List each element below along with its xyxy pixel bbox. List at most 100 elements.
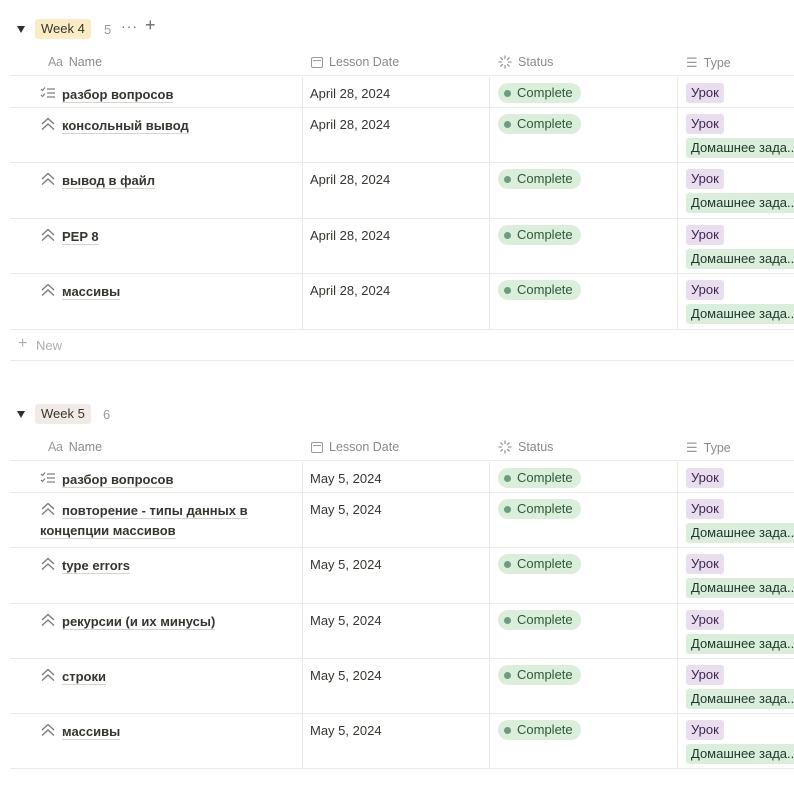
row-title[interactable]: разбор вопросов [62, 470, 174, 490]
status-badge[interactable]: Complete [498, 83, 581, 103]
group-count: 6 [103, 407, 111, 422]
row-title[interactable]: type errors [62, 556, 130, 576]
type-tag-lesson[interactable]: Урок [686, 169, 724, 189]
table-row[interactable]: PEP 8 April 28, 2024 Complete Урок Домаш… [10, 219, 794, 274]
lesson-date[interactable]: April 28, 2024 [310, 86, 390, 101]
group-week-4: Week 4 5 ··· + Aa Name Lesson Date Statu… [0, 15, 794, 363]
add-icon[interactable]: + [145, 15, 156, 36]
table-row[interactable]: массивы May 5, 2024 Complete Урок Домашн… [10, 714, 794, 769]
status-badge[interactable]: Complete [498, 280, 581, 300]
row-title[interactable]: повторение - типы данных в концепции мас… [40, 501, 270, 541]
lesson-date[interactable]: May 5, 2024 [310, 502, 382, 517]
table-row[interactable]: type errors May 5, 2024 Complete Урок До… [10, 548, 794, 604]
lesson-date[interactable]: May 5, 2024 [310, 557, 382, 572]
column-label: Type [703, 56, 731, 70]
column-date-header[interactable]: Lesson Date [311, 440, 399, 454]
type-tag-lesson[interactable]: Урок [686, 610, 724, 630]
table-row[interactable]: разбор вопросов May 5, 2024 Complete Уро… [10, 462, 794, 493]
column-header-row: Aa Name Lesson Date Status ☰ Type [10, 433, 794, 461]
type-tag-lesson[interactable]: Урок [686, 83, 724, 103]
collapse-toggle-icon[interactable] [16, 409, 26, 419]
row-title[interactable]: массивы [62, 722, 121, 742]
list-icon: ☰ [686, 440, 698, 455]
chevrons-up-icon [40, 117, 56, 131]
table-row[interactable]: разбор вопросов April 28, 2024 Complete … [10, 77, 794, 108]
type-tag-lesson[interactable]: Урок [686, 720, 724, 740]
type-tag-homework[interactable]: Домашнее зада... [686, 304, 794, 324]
table-row[interactable]: вывод в файл April 28, 2024 Complete Уро… [10, 163, 794, 219]
table-row[interactable]: консольный вывод April 28, 2024 Complete… [10, 108, 794, 163]
type-tag-lesson[interactable]: Урок [686, 280, 724, 300]
type-tag-homework[interactable]: Домашнее зада... [686, 138, 794, 158]
row-title[interactable]: PEP 8 [62, 227, 99, 247]
lesson-date[interactable]: May 5, 2024 [310, 668, 382, 683]
row-title[interactable]: вывод в файл [62, 171, 156, 191]
lesson-date[interactable]: May 5, 2024 [310, 613, 382, 628]
column-label: Lesson Date [329, 55, 400, 69]
type-tag-homework[interactable]: Домашнее зада... [686, 193, 794, 213]
row-title[interactable]: строки [62, 667, 106, 687]
list-icon: ☰ [686, 55, 698, 70]
status-badge[interactable]: Complete [498, 499, 581, 519]
row-title[interactable]: массивы [62, 282, 121, 302]
type-tag-homework[interactable]: Домашнее зада... [686, 634, 794, 654]
type-tag-homework[interactable]: Домашнее зада... [686, 249, 794, 269]
table-row[interactable]: повторение - типы данных в концепции мас… [10, 493, 794, 548]
table-row[interactable]: рекурсии (и их минусы) May 5, 2024 Compl… [10, 604, 794, 659]
text-property-icon: Aa [48, 440, 63, 454]
row-title[interactable]: консольный вывод [62, 116, 189, 136]
status-badge[interactable]: Complete [498, 554, 581, 574]
group-label-tag[interactable]: Week 5 [35, 404, 91, 424]
lesson-date[interactable]: April 28, 2024 [310, 172, 390, 187]
lesson-date[interactable]: April 28, 2024 [310, 228, 390, 243]
status-badge[interactable]: Complete [498, 114, 581, 134]
type-tag-lesson[interactable]: Урок [686, 554, 724, 574]
column-name-header[interactable]: Aa Name [48, 55, 102, 69]
type-tag-homework[interactable]: Домашнее зада... [686, 578, 794, 598]
status-badge[interactable]: Complete [498, 468, 581, 488]
chevrons-up-icon [40, 228, 56, 242]
status-badge[interactable]: Complete [498, 720, 581, 740]
chevrons-up-icon [40, 283, 56, 297]
column-date-header[interactable]: Lesson Date [311, 55, 399, 69]
group-label-tag[interactable]: Week 4 [35, 19, 91, 39]
column-header-row: Aa Name Lesson Date Status ☰ Type [10, 48, 794, 76]
status-badge[interactable]: Complete [498, 169, 581, 189]
type-tag-lesson[interactable]: Урок [686, 114, 724, 134]
column-status-header[interactable]: Status [498, 440, 553, 454]
collapse-toggle-icon[interactable] [16, 24, 26, 34]
type-tag-lesson[interactable]: Урок [686, 665, 724, 685]
more-options-icon[interactable]: ··· [121, 18, 138, 34]
column-label: Lesson Date [329, 440, 400, 454]
new-row-label: New [36, 338, 63, 353]
chevrons-up-icon [40, 172, 56, 186]
type-tag-lesson[interactable]: Урок [686, 225, 724, 245]
type-tag-homework[interactable]: Домашнее зада... [686, 689, 794, 709]
column-label: Name [68, 55, 103, 69]
table-row[interactable]: массивы April 28, 2024 Complete Урок Дом… [10, 274, 794, 330]
type-tag-lesson[interactable]: Урок [686, 468, 724, 488]
type-tag-lesson[interactable]: Урок [686, 499, 724, 519]
column-type-header[interactable]: ☰ Type [686, 55, 731, 71]
lesson-date[interactable]: April 28, 2024 [310, 283, 390, 298]
lesson-date[interactable]: May 5, 2024 [310, 723, 382, 738]
row-title[interactable]: разбор вопросов [62, 85, 174, 105]
table-row[interactable]: строки May 5, 2024 Complete Урок Домашне… [10, 659, 794, 714]
column-label: Status [518, 55, 554, 69]
lesson-date[interactable]: May 5, 2024 [310, 471, 382, 486]
type-tag-homework[interactable]: Домашнее зада... [686, 744, 794, 764]
status-badge[interactable]: Complete [498, 665, 581, 685]
row-title[interactable]: рекурсии (и их минусы) [62, 612, 216, 632]
type-tag-homework[interactable]: Домашнее зада... [686, 523, 794, 543]
column-type-header[interactable]: ☰ Type [686, 440, 731, 456]
group-header: Week 4 5 ··· + [0, 15, 794, 42]
lesson-date[interactable]: April 28, 2024 [310, 117, 390, 132]
status-badge[interactable]: Complete [498, 610, 581, 630]
status-badge[interactable]: Complete [498, 225, 581, 245]
chevrons-up-icon [40, 723, 56, 737]
column-name-header[interactable]: Aa Name [48, 440, 102, 454]
chevrons-up-icon [40, 668, 56, 682]
calendar-icon [311, 56, 323, 68]
column-status-header[interactable]: Status [498, 55, 553, 69]
new-row-button[interactable]: + New [10, 330, 794, 361]
